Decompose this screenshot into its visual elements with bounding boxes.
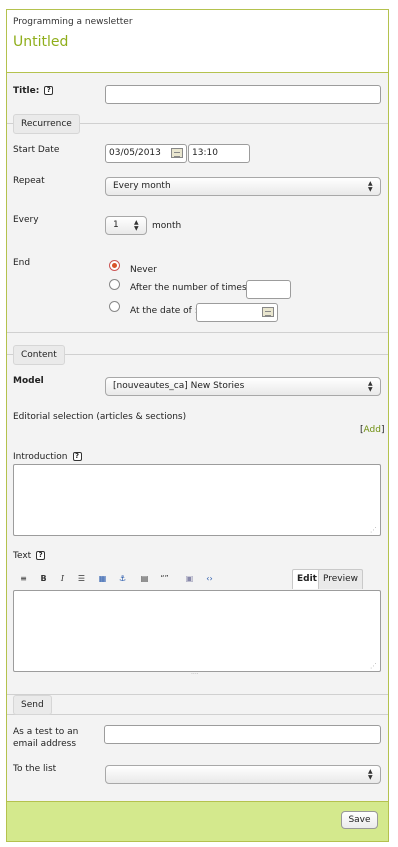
add-link[interactable]: [Add] [360,425,384,435]
repeat-label: Repeat [13,176,45,186]
section-divider [7,714,388,715]
repeat-select[interactable]: Every month ▲ ▼ [105,177,381,196]
editor-resize-handle[interactable]: ···· [191,671,199,678]
calendar-icon[interactable] [171,148,183,158]
intro-textarea[interactable]: ⋰ [13,464,381,536]
every-label: Every [13,215,39,225]
start-date-input[interactable]: 03/05/2013 [105,144,187,163]
section-divider [7,694,388,695]
page-subtitle: Programming a newsletter [13,17,133,27]
resize-grip-icon[interactable]: ⋰ [370,527,377,534]
tab-preview[interactable]: Preview [318,569,364,589]
form-footer: Save [7,801,388,841]
start-date-label: Start Date [13,145,60,155]
repeat-value: Every month [113,181,171,191]
title-label: Title: [13,86,40,96]
help-icon[interactable]: ? [72,452,82,461]
list-label: To the list [13,764,57,774]
help-icon[interactable]: ? [44,86,54,95]
end-label: End [13,258,31,268]
start-date-value: 03/05/2013 [109,148,161,158]
end-after-radio[interactable] [109,279,120,290]
end-after-count-input[interactable] [246,280,291,299]
updown-icon: ▲ ▼ [368,180,373,193]
resize-grip-icon[interactable]: ⋰ [370,663,377,670]
model-label: Model [13,376,44,386]
bold-icon[interactable]: B [37,572,50,585]
italic-icon[interactable]: I [56,572,69,585]
help-icon[interactable]: ? [36,551,46,560]
intro-label: Introduction [13,452,68,462]
end-date-input[interactable] [196,303,278,322]
image-icon[interactable]: ▣ [183,572,196,585]
stepper-arrows-icon[interactable]: ▲ ▼ [134,220,141,232]
updown-icon: ▲ ▼ [368,380,373,393]
page-title: Untitled [13,34,69,50]
section-divider [7,332,388,333]
add-label: Add [363,425,381,435]
end-date-radio[interactable] [109,301,120,312]
quote-icon[interactable]: “” [158,572,171,585]
send-legend: Send [13,695,52,715]
anchor-icon[interactable]: ⚓ [116,572,129,585]
test-email-label-line1: As a test to an [13,727,79,737]
every-value: 1 [113,220,119,230]
model-value: [nouveautes_ca] New Stories [113,381,245,391]
form-header: Programming a newsletter Untitled [7,10,388,73]
content-legend: Content [13,345,65,365]
test-email-input[interactable] [104,725,381,744]
updown-icon: ▲ ▼ [368,768,373,781]
newsletter-form: Programming a newsletter Untitled Title:… [6,9,389,842]
title-label-wrap: Title:? [13,86,54,96]
model-select[interactable]: [nouveautes_ca] New Stories ▲ ▼ [105,377,381,396]
editorial-label: Editorial selection (articles & sections… [13,412,187,422]
end-after-label: After the number of times : [130,283,253,293]
recurrence-legend: Recurrence [13,114,80,134]
code-icon[interactable]: ‹› [203,572,216,585]
list-icon[interactable]: ☰ [75,572,88,585]
text-label-wrap: Text? [13,551,46,561]
every-unit: month [152,221,182,231]
calendar-icon[interactable] [262,307,274,317]
text-label: Text [13,551,32,561]
title-input[interactable] [105,85,381,104]
every-stepper[interactable]: 1 ▲ ▼ [105,216,147,235]
test-email-label: As a test to an email address [13,726,78,750]
add-bracket-close: ] [380,425,385,435]
test-email-label-line2: email address [13,739,77,749]
heading-icon[interactable]: ▤ [138,572,151,585]
editor-toolbar: ≡ B I ☰ ▦ ⚓ ▤ “” ▣ ‹› Edit Preview [13,568,381,590]
text-editor[interactable]: ⋰ [13,590,381,672]
end-date-label: At the date of : [130,306,198,316]
save-button[interactable]: Save [341,811,378,829]
start-time-input[interactable]: 13:10 [188,144,250,163]
list-select[interactable]: ▲ ▼ [105,765,381,784]
link-icon[interactable]: ▦ [96,572,109,585]
end-never-radio[interactable] [109,260,120,271]
align-icon[interactable]: ≡ [17,572,30,585]
intro-label-wrap: Introduction? [13,452,82,462]
end-never-label: Never [130,265,157,275]
